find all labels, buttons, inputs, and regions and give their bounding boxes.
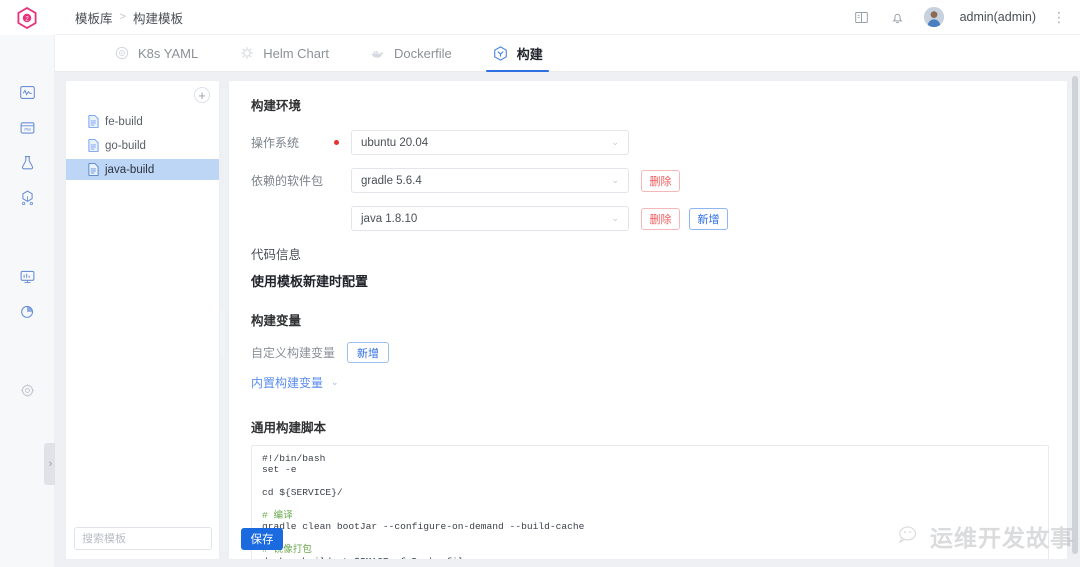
dependency-value: java 1.8.10 [361, 212, 418, 225]
dashboard-screen-icon [20, 270, 34, 283]
top-header: 模板库 > 构建模板 admin(admin) ⋮ [55, 0, 1080, 35]
os-row: 操作系统 ubuntu 20.04 ⌄ [251, 130, 1047, 155]
builtin-vars-label: 内置构建变量 [251, 376, 324, 390]
template-type-tabs: K8s YAML Helm Chart Dockerfile 构建 [55, 35, 1080, 72]
sidebar-item-settings[interactable] [10, 373, 44, 407]
header-actions: admin(admin) ⋮ [852, 7, 1080, 27]
package-deploy-icon [21, 190, 33, 205]
build-script-editor[interactable]: #!/bin/bash set -e cd ${SERVICE}/ # 编译 g… [251, 445, 1049, 559]
list-item-label: go-build [105, 139, 146, 152]
tab-dockerfile[interactable]: Dockerfile [349, 35, 472, 71]
sidebar-item-reports[interactable] [10, 294, 44, 328]
required-marker [329, 140, 351, 145]
rail-icon-list: PM [10, 75, 44, 408]
template-config-title: 使用模板新建时配置 [251, 274, 369, 289]
sidebar-item-dashboard[interactable] [10, 259, 44, 293]
tab-label: Dockerfile [393, 45, 452, 61]
dependency-row-1: 依赖的软件包 gradle 5.6.4 ⌄ 删除 [251, 168, 1047, 193]
monitor-wave-icon [19, 85, 35, 99]
chevron-down-icon: ⌄ [611, 213, 619, 223]
list-item[interactable]: fe-build [66, 111, 219, 132]
book-icon[interactable] [852, 7, 872, 27]
svg-text:PM: PM [24, 127, 31, 132]
tab-build[interactable]: 构建 [472, 35, 563, 72]
breadcrumb-current: 构建模板 [132, 11, 183, 26]
k8s-icon [113, 45, 130, 62]
custom-var-row: 自定义构建变量 新增 [251, 342, 1047, 363]
chevron-right-icon: › [48, 457, 53, 470]
page-scrollbar[interactable] [1072, 76, 1078, 554]
custom-var-label: 自定义构建变量 [251, 346, 336, 360]
template-list-scrollbar[interactable] [220, 310, 225, 358]
sidebar-item-lab[interactable] [10, 145, 44, 179]
tab-k8s-yaml[interactable]: K8s YAML [93, 35, 218, 71]
tab-label: 构建 [516, 46, 543, 62]
add-custom-var-button[interactable]: 新增 [347, 342, 390, 363]
app-root: 2 PM › 模板库 > 构建模板 admin(admin) ⋮ K8s YAM… [0, 0, 1080, 567]
docker-icon [369, 45, 386, 62]
add-template-button[interactable]: + [194, 87, 210, 103]
chevron-down-icon: ⌄ [611, 137, 619, 147]
bell-icon[interactable] [888, 7, 908, 27]
settings-gear-icon [20, 383, 34, 397]
file-icon [88, 115, 99, 128]
file-icon [88, 139, 99, 152]
deps-label: 依赖的软件包 [251, 174, 324, 188]
breadcrumb: 模板库 > 构建模板 [75, 8, 183, 27]
build-config-panel: 构建环境 操作系统 ubuntu 20.04 ⌄ 依赖的软件包 gradle 5… [228, 80, 1068, 560]
script-content[interactable]: #!/bin/bash set -e cd ${SERVICE}/ # 编译 g… [252, 453, 1048, 559]
add-dependency-button[interactable]: 新增 [689, 207, 728, 230]
user-name[interactable]: admin(admin) [960, 10, 1036, 24]
os-select[interactable]: ubuntu 20.04 ⌄ [351, 130, 629, 155]
avatar[interactable] [923, 7, 944, 27]
template-list-toolbar: + [66, 81, 219, 111]
tab-helm-chart[interactable]: Helm Chart [218, 35, 349, 71]
script-title: 通用构建脚本 [251, 421, 327, 435]
sidebar-item-monitor[interactable] [10, 75, 44, 109]
sidebar-item-deploy[interactable] [10, 180, 44, 214]
build-config-inner: 构建环境 操作系统 ubuntu 20.04 ⌄ 依赖的软件包 gradle 5… [229, 81, 1067, 559]
list-item[interactable]: go-build [66, 135, 219, 156]
more-options-icon[interactable]: ⋮ [1052, 10, 1066, 24]
template-list: fe-build go-build java-build [66, 111, 219, 180]
dependency-value: gradle 5.6.4 [361, 174, 422, 187]
tab-label: Helm Chart [263, 45, 329, 61]
code-info-label: 代码信息 [251, 248, 302, 262]
breadcrumb-separator: > [119, 11, 126, 23]
build-vars-title: 构建变量 [251, 314, 302, 328]
chevron-down-icon: ⌄ [611, 175, 619, 185]
save-button[interactable]: 保存 [241, 528, 283, 550]
windows-pm-icon: PM [20, 121, 34, 134]
list-item-label: fe-build [105, 115, 143, 128]
app-logo[interactable]: 2 [0, 0, 55, 35]
sidebar-item-pm[interactable]: PM [10, 110, 44, 144]
search-template-box[interactable] [74, 527, 224, 550]
flask-icon [21, 155, 33, 169]
hexagon-logo-icon: 2 [17, 6, 37, 29]
delete-dependency-button-1[interactable]: 删除 [641, 169, 680, 192]
chevron-down-icon: ⌄ [331, 377, 339, 387]
pie-chart-icon [20, 305, 33, 318]
dependency-select-1[interactable]: gradle 5.6.4 ⌄ [351, 168, 629, 193]
breadcrumb-root[interactable]: 模板库 [75, 8, 113, 27]
search-input[interactable] [82, 532, 224, 545]
build-icon [492, 45, 509, 62]
delete-dependency-button-2[interactable]: 删除 [641, 207, 680, 230]
tab-label: K8s YAML [138, 45, 199, 61]
template-list-panel: + fe-build go-build java-build 搜索模板 [65, 80, 224, 560]
build-env-title: 构建环境 [251, 99, 302, 113]
file-icon [88, 163, 99, 176]
os-label: 操作系统 [251, 136, 300, 150]
helm-icon [238, 45, 255, 62]
os-select-value: ubuntu 20.04 [361, 136, 429, 149]
list-item-selected[interactable]: java-build [66, 159, 219, 180]
builtin-vars-toggle[interactable]: 内置构建变量 ⌄ [251, 374, 1047, 391]
dependency-row-2: java 1.8.10 ⌄ 删除 新增 [251, 206, 1047, 231]
dependency-select-2[interactable]: java 1.8.10 ⌄ [351, 206, 629, 231]
list-item-label: java-build [105, 163, 155, 176]
